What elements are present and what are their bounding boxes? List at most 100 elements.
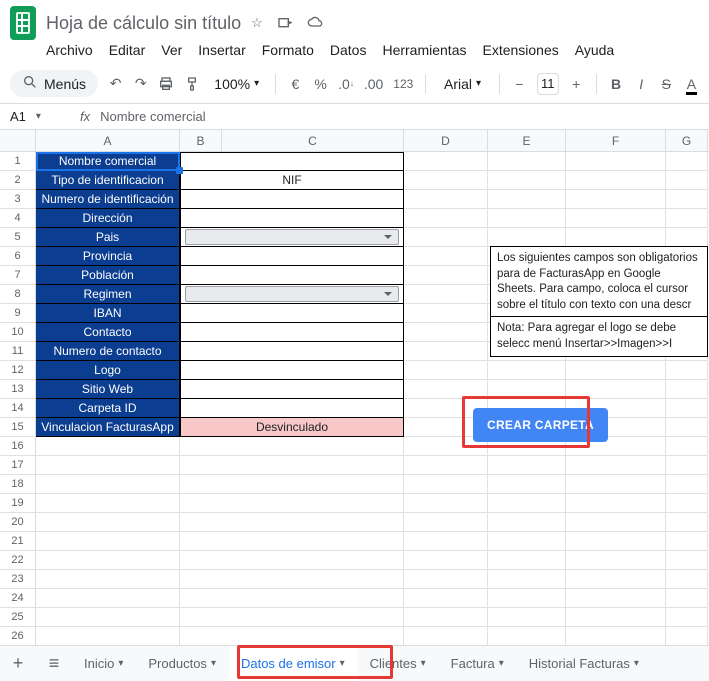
cell[interactable] [488, 228, 566, 247]
cell[interactable]: Sitio Web [36, 380, 180, 399]
cell[interactable] [180, 228, 404, 247]
cell[interactable] [404, 475, 488, 494]
cell[interactable]: Carpeta ID [36, 399, 180, 418]
row-header[interactable]: 11 [0, 342, 36, 361]
row-header[interactable]: 9 [0, 304, 36, 323]
row-header[interactable]: 23 [0, 570, 36, 589]
cell[interactable] [488, 361, 566, 380]
cell[interactable] [404, 228, 488, 247]
cell[interactable]: Población [36, 266, 180, 285]
cell[interactable] [180, 152, 404, 171]
row-header[interactable]: 19 [0, 494, 36, 513]
format-123-button[interactable]: 123 [393, 74, 413, 94]
cell[interactable] [666, 361, 708, 380]
cell[interactable] [488, 171, 566, 190]
cell[interactable] [180, 190, 404, 209]
cell[interactable] [180, 608, 404, 627]
cell[interactable] [404, 380, 488, 399]
menu-datos[interactable]: Datos [330, 42, 367, 58]
cell[interactable] [180, 285, 404, 304]
cell[interactable] [404, 627, 488, 646]
cloud-icon[interactable] [307, 14, 323, 33]
cell[interactable] [488, 513, 566, 532]
cell[interactable] [404, 570, 488, 589]
row-header[interactable]: 13 [0, 380, 36, 399]
cell[interactable] [404, 247, 488, 266]
cell[interactable] [36, 494, 180, 513]
formula-bar[interactable]: Nombre comercial [98, 109, 709, 124]
select-all-corner[interactable] [0, 130, 36, 151]
row-header[interactable]: 4 [0, 209, 36, 228]
bold-button[interactable]: B [608, 74, 623, 94]
tab-historial[interactable]: Historial Facturas▾ [517, 646, 652, 681]
cell[interactable] [666, 475, 708, 494]
row-header[interactable]: 5 [0, 228, 36, 247]
menu-ayuda[interactable]: Ayuda [575, 42, 614, 58]
font-size-input[interactable]: 11 [537, 73, 559, 95]
cell[interactable] [180, 494, 404, 513]
cell[interactable] [404, 494, 488, 513]
cell[interactable] [566, 228, 666, 247]
cell[interactable] [488, 494, 566, 513]
tab-productos[interactable]: Productos▾ [136, 646, 229, 681]
cell[interactable] [666, 627, 708, 646]
cell[interactable] [404, 152, 488, 171]
row-header[interactable]: 6 [0, 247, 36, 266]
currency-button[interactable]: € [288, 74, 303, 94]
cell[interactable]: Pais [36, 228, 180, 247]
dropdown[interactable] [185, 229, 399, 245]
cell[interactable] [566, 570, 666, 589]
cell[interactable] [566, 475, 666, 494]
tab-inicio[interactable]: Inicio▾ [72, 646, 136, 681]
cell[interactable] [666, 228, 708, 247]
cell[interactable] [36, 551, 180, 570]
font-inc-button[interactable]: + [569, 74, 584, 94]
menu-insertar[interactable]: Insertar [198, 42, 245, 58]
cell[interactable] [666, 171, 708, 190]
cell[interactable] [488, 209, 566, 228]
menu-ver[interactable]: Ver [161, 42, 182, 58]
cell[interactable] [566, 380, 666, 399]
cell[interactable] [566, 627, 666, 646]
cell[interactable] [566, 361, 666, 380]
cell[interactable] [404, 304, 488, 323]
paint-format-button[interactable] [184, 74, 200, 94]
cell[interactable]: NIF [180, 171, 404, 190]
row-header[interactable]: 7 [0, 266, 36, 285]
cell[interactable] [566, 209, 666, 228]
cell[interactable] [404, 323, 488, 342]
cell[interactable] [404, 190, 488, 209]
cell[interactable] [566, 589, 666, 608]
dropdown[interactable] [185, 286, 399, 302]
row-header[interactable]: 17 [0, 456, 36, 475]
row-header[interactable]: 20 [0, 513, 36, 532]
cell[interactable] [404, 551, 488, 570]
tab-clientes[interactable]: Clientes▾ [358, 646, 439, 681]
cell[interactable] [488, 475, 566, 494]
cell[interactable] [666, 513, 708, 532]
cell[interactable] [666, 570, 708, 589]
cell[interactable] [488, 570, 566, 589]
col-header[interactable]: C [222, 130, 404, 151]
cell[interactable] [566, 494, 666, 513]
cell[interactable] [404, 532, 488, 551]
row-header[interactable]: 8 [0, 285, 36, 304]
dec-increase-button[interactable]: .00 [364, 74, 383, 94]
cell[interactable] [36, 513, 180, 532]
cell[interactable] [180, 475, 404, 494]
row-header[interactable]: 10 [0, 323, 36, 342]
crear-carpeta-button[interactable]: CREAR CARPETA [473, 408, 608, 442]
cell[interactable] [566, 551, 666, 570]
cell[interactable]: IBAN [36, 304, 180, 323]
row-header[interactable]: 14 [0, 399, 36, 418]
all-sheets-button[interactable]: ≡ [36, 653, 72, 674]
row-header[interactable]: 15 [0, 418, 36, 437]
cell[interactable] [180, 627, 404, 646]
doc-title[interactable]: Hoja de cálculo sin título [46, 13, 241, 34]
cell[interactable]: Provincia [36, 247, 180, 266]
col-header[interactable]: B [180, 130, 222, 151]
spreadsheet-grid[interactable]: A B C D E F G 1Nombre comercial2Tipo de … [0, 130, 709, 665]
menu-formato[interactable]: Formato [262, 42, 314, 58]
cell[interactable] [566, 456, 666, 475]
strike-button[interactable]: S [659, 74, 674, 94]
